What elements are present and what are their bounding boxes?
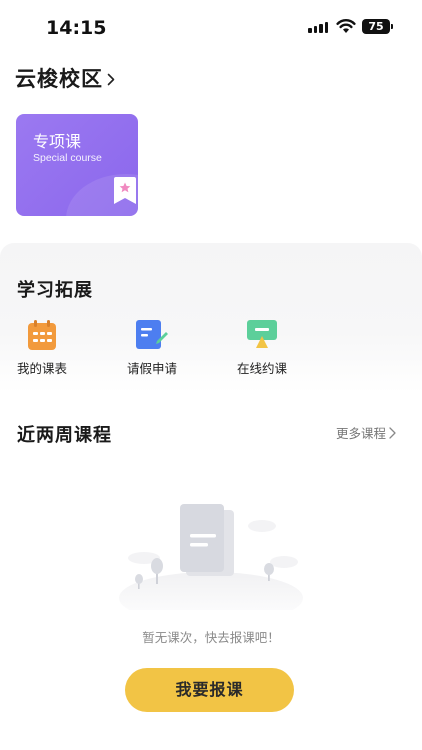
more-courses-link[interactable]: 更多课程 [336,423,396,442]
enroll-button[interactable]: 我要报课 [125,668,294,712]
special-course-subtitle: Special course [33,152,102,164]
my-schedule-label: 我的课表 [16,361,67,376]
leave-request-label: 请假申请 [126,361,177,376]
campus-name: 云梭校区 [15,67,103,91]
empty-state-illustration [119,504,303,610]
campus-selector[interactable]: 云梭校区 [15,63,115,93]
leave-request-button[interactable]: 请假申请 [117,319,187,377]
cellular-signal-icon [308,22,328,33]
wifi-icon [336,19,356,33]
special-course-card[interactable]: 专项课 Special course [16,114,138,216]
calendar-icon [28,320,56,350]
my-schedule-button[interactable]: 我的课表 [7,319,77,377]
online-booking-button[interactable]: 在线约课 [227,319,297,377]
battery-tip [391,24,393,29]
chevron-right-icon [389,426,396,439]
section-title-extension: 学习拓展 [17,280,93,301]
bookmark-star-icon [114,177,136,204]
special-course-title: 专项课 [33,132,82,151]
empty-state-text: 暂无课次，快去报课吧！ [142,630,280,645]
status-time: 14:15 [46,17,107,39]
status-bar: 14:15 75 [0,0,422,54]
battery-icon: 75 [362,19,390,34]
online-booking-icon [247,320,277,348]
chevron-right-icon [107,73,115,85]
online-booking-label: 在线约课 [236,361,287,376]
more-courses-label: 更多课程 [336,426,387,441]
leave-request-icon [136,320,168,349]
section-title-recent: 近两周课程 [17,425,112,446]
